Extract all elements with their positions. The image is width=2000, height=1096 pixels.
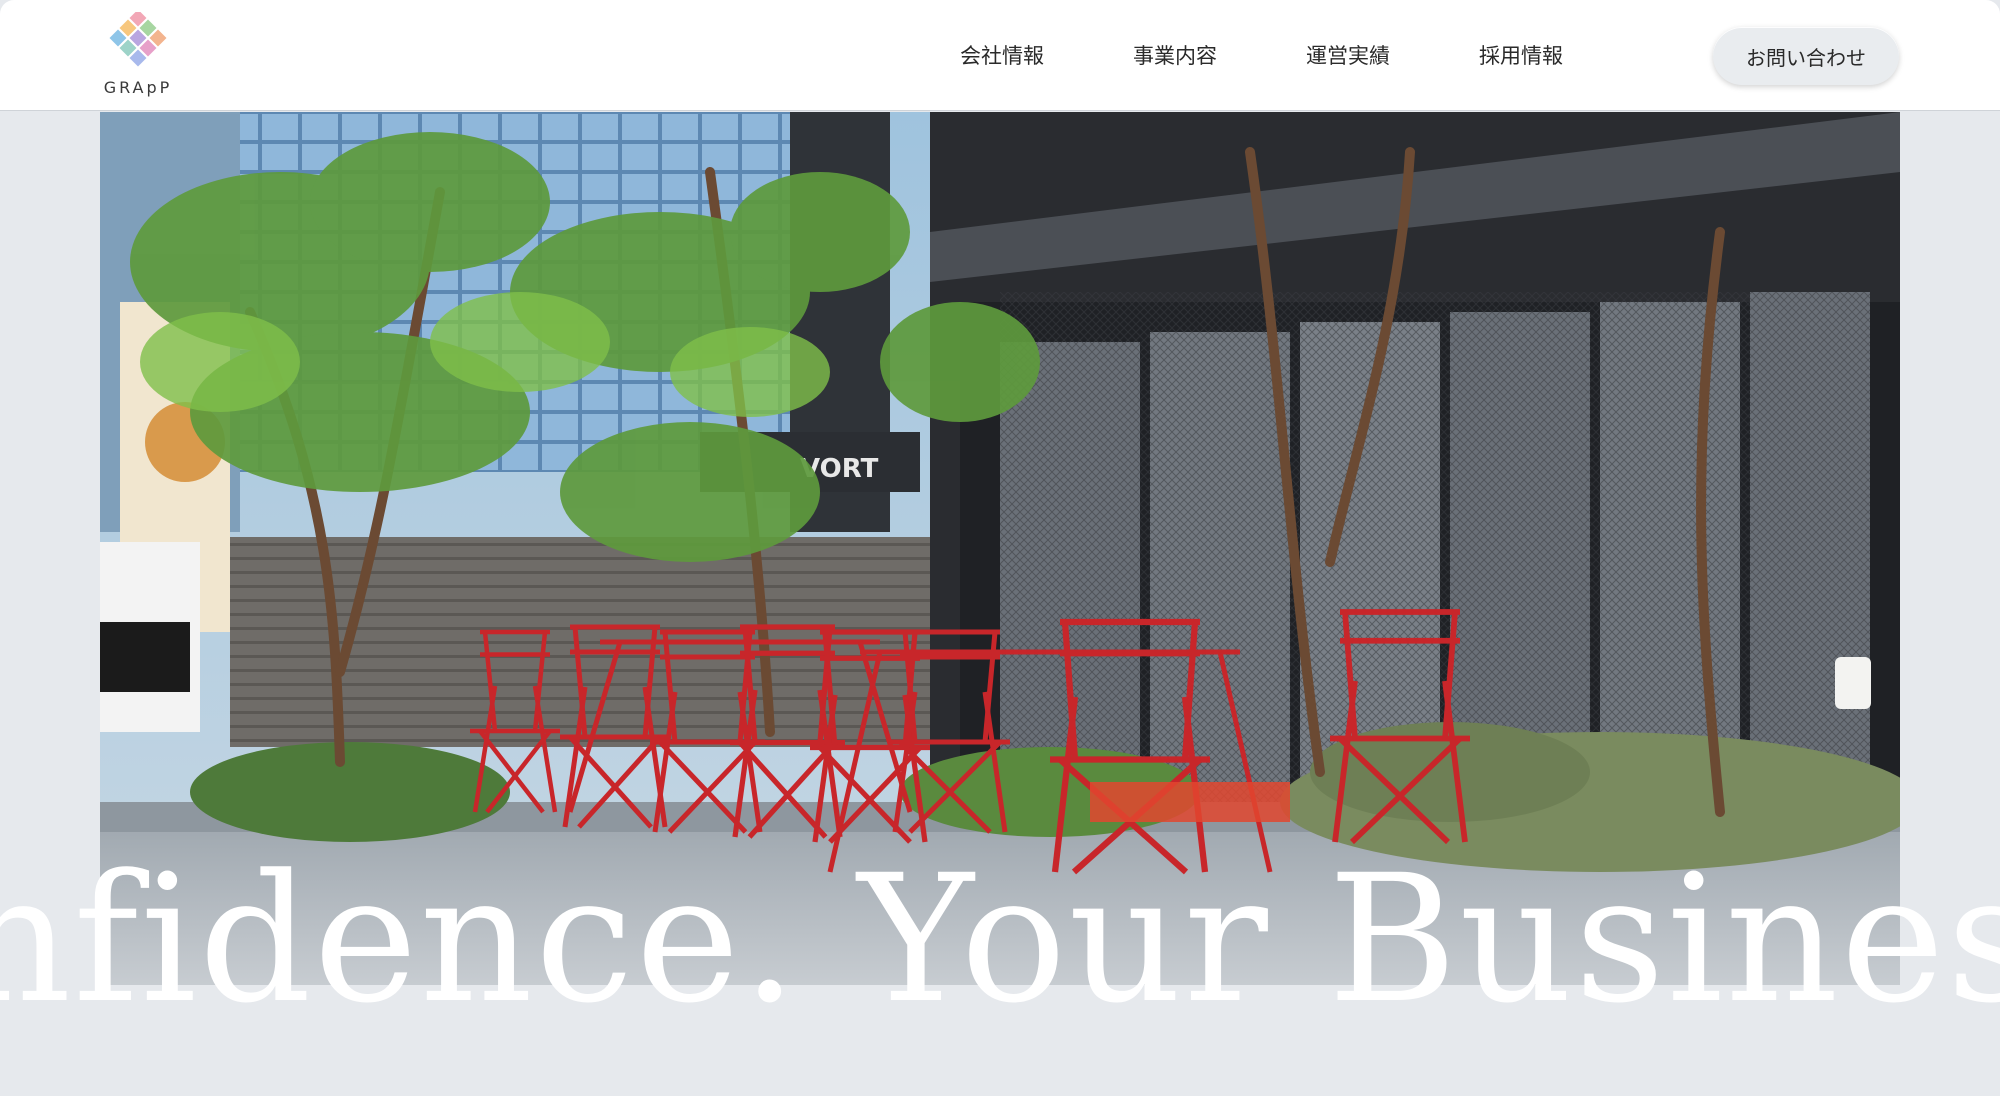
nav-item-company[interactable]: 会社情報 (960, 40, 1044, 70)
terrace-cafe-photo-icon: VORT ピザ (100, 112, 1900, 985)
main-nav: 会社情報 事業内容 運営実績 採用情報 (960, 0, 1652, 110)
logo-wordmark: GRApP (103, 78, 173, 97)
page-frame: GRApP 会社情報 事業内容 運営実績 採用情報 お問い合わせ VORT nf… (0, 0, 2000, 1096)
nav-item-results[interactable]: 運営実績 (1306, 40, 1390, 70)
site-header: GRApP 会社情報 事業内容 運営実績 採用情報 お問い合わせ (0, 0, 2000, 111)
logo-diamond-icon (109, 12, 167, 67)
grapp-logo[interactable]: GRApP (96, 12, 180, 100)
hero-image: VORT ピザ (100, 112, 1900, 985)
nav-item-business[interactable]: 事業内容 (1133, 40, 1217, 70)
contact-button[interactable]: お問い合わせ (1713, 27, 1899, 85)
nav-item-recruit[interactable]: 採用情報 (1479, 40, 1563, 70)
